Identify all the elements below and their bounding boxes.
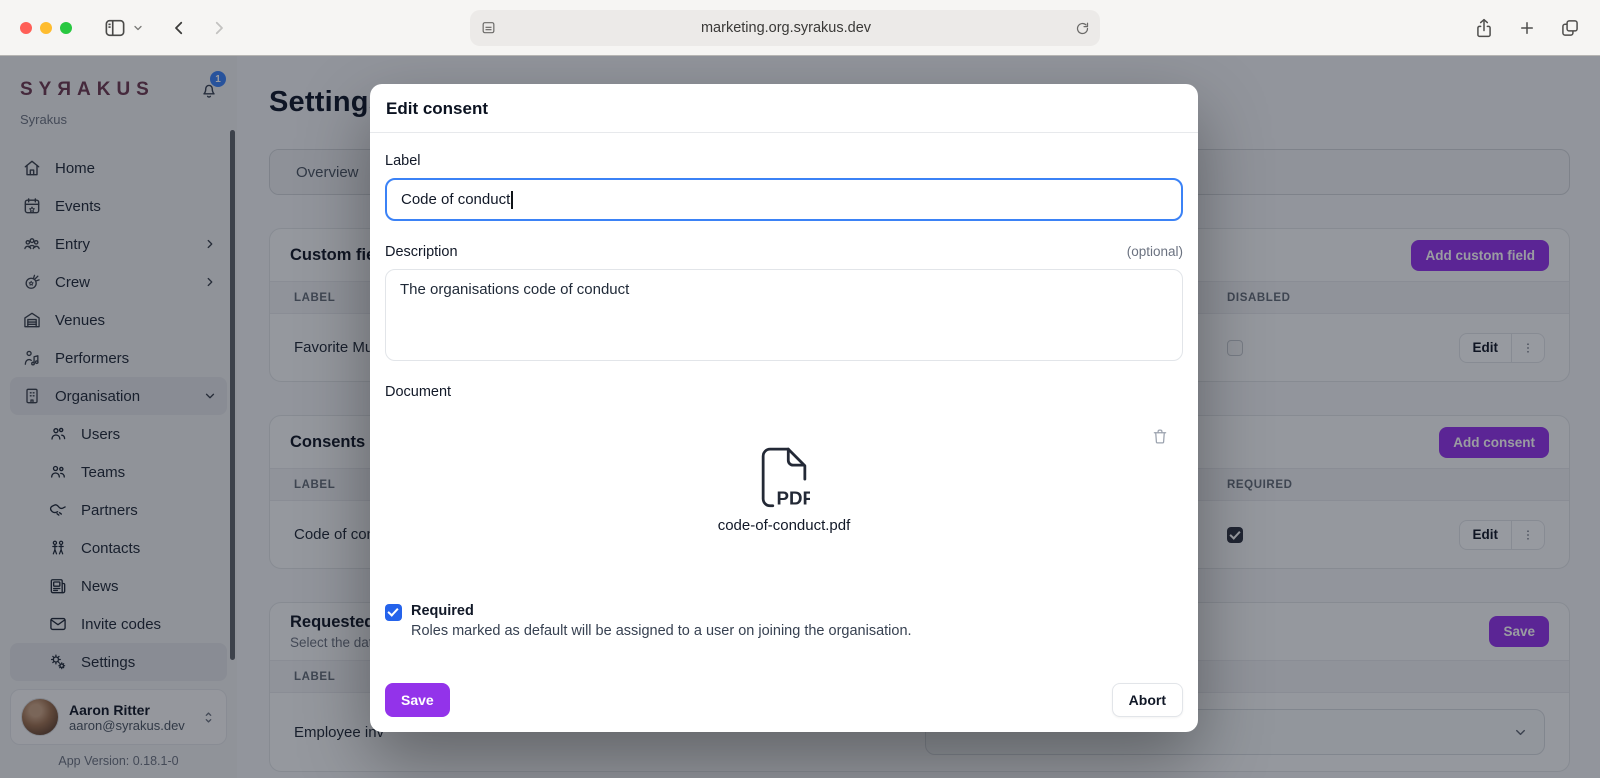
window-controls — [20, 22, 72, 34]
description-field-label: Description — [385, 244, 458, 260]
minimize-window-button[interactable] — [40, 22, 52, 34]
edit-consent-modal: Edit consent Label Code of conduct Descr… — [370, 84, 1198, 732]
document-filename: code-of-conduct.pdf — [718, 517, 851, 534]
required-checkbox-label: Required — [411, 603, 912, 619]
modal-title: Edit consent — [386, 99, 1182, 119]
required-checkbox-row: Required Roles marked as default will be… — [385, 603, 1183, 639]
required-checkbox[interactable] — [385, 604, 402, 621]
sidebar-toggle-icon[interactable] — [104, 18, 126, 38]
close-window-button[interactable] — [20, 22, 32, 34]
text-caret — [511, 191, 513, 209]
share-icon[interactable] — [1474, 17, 1494, 39]
sidebar-chevron-down-icon[interactable] — [132, 22, 144, 34]
svg-text:PDF: PDF — [777, 488, 810, 509]
description-textarea[interactable]: The organisations code of conduct — [385, 269, 1183, 361]
label-input[interactable]: Code of conduct — [385, 178, 1183, 221]
optional-hint: (optional) — [1127, 244, 1183, 259]
address-bar[interactable]: marketing.org.syrakus.dev — [470, 10, 1100, 46]
save-button[interactable]: Save — [385, 683, 450, 717]
forward-button[interactable] — [210, 19, 228, 37]
document-file[interactable]: PDF code-of-conduct.pdf — [385, 447, 1183, 534]
pdf-file-icon: PDF — [758, 447, 810, 509]
app-viewport: SYЯAKUS 1 Syrakus Home Entry Events Entr… — [0, 56, 1600, 778]
back-button[interactable] — [170, 19, 188, 37]
document-field-label: Document — [385, 384, 1183, 400]
reload-icon[interactable] — [1075, 21, 1090, 36]
required-checkbox-description: Roles marked as default will be assigned… — [411, 623, 912, 639]
trash-icon — [1151, 427, 1169, 446]
label-input-value: Code of conduct — [401, 191, 510, 208]
zoom-window-button[interactable] — [60, 22, 72, 34]
new-tab-icon[interactable] — [1518, 19, 1536, 37]
url-text[interactable]: marketing.org.syrakus.dev — [497, 20, 1075, 36]
reader-icon[interactable] — [480, 20, 497, 36]
tab-overview-icon[interactable] — [1560, 18, 1580, 38]
document-preview: PDF code-of-conduct.pdf — [385, 409, 1183, 587]
abort-button[interactable]: Abort — [1112, 683, 1183, 717]
label-field-label: Label — [385, 153, 1183, 169]
browser-chrome: marketing.org.syrakus.dev — [0, 0, 1600, 56]
description-value: The organisations code of conduct — [400, 281, 629, 298]
